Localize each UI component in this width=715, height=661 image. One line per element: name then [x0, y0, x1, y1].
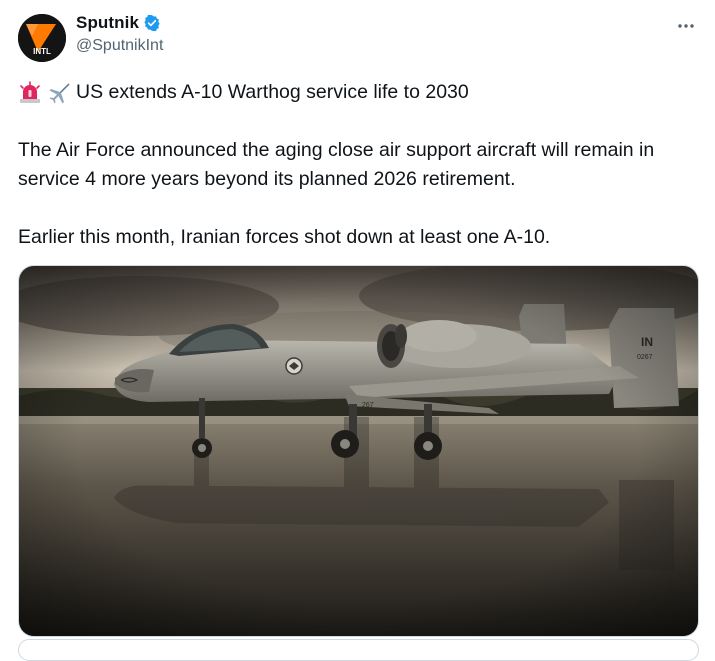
embedded-card-edge — [18, 639, 699, 661]
a10-warthog-photo: IN 0267 267 — [19, 266, 698, 636]
avatar-label: INTL — [33, 47, 51, 56]
more-options-icon[interactable] — [672, 12, 700, 40]
tweet-headline: US extends A-10 Warthog service life to … — [76, 81, 469, 103]
author-handle[interactable]: @SputnikInt — [76, 37, 163, 55]
sputnik-logo-icon: INTL — [18, 14, 66, 62]
siren-icon — [20, 80, 40, 103]
tweet-paragraph-2: Earlier this month, Iranian forces shot … — [18, 226, 551, 248]
tweet-text: US extends A-10 Warthog service life to … — [18, 78, 698, 252]
tweet-media-image[interactable]: IN 0267 267 — [18, 265, 699, 637]
airplane-icon — [49, 83, 70, 103]
tweet-headline-line: US extends A-10 Warthog service life to … — [18, 78, 698, 107]
avatar[interactable]: INTL — [18, 14, 66, 62]
tweet-paragraph-1: The Air Force announced the aging close … — [18, 139, 655, 190]
author-display-name[interactable]: Sputnik — [76, 13, 139, 33]
author-name-row: Sputnik — [76, 13, 161, 33]
verified-badge-icon — [144, 14, 160, 32]
